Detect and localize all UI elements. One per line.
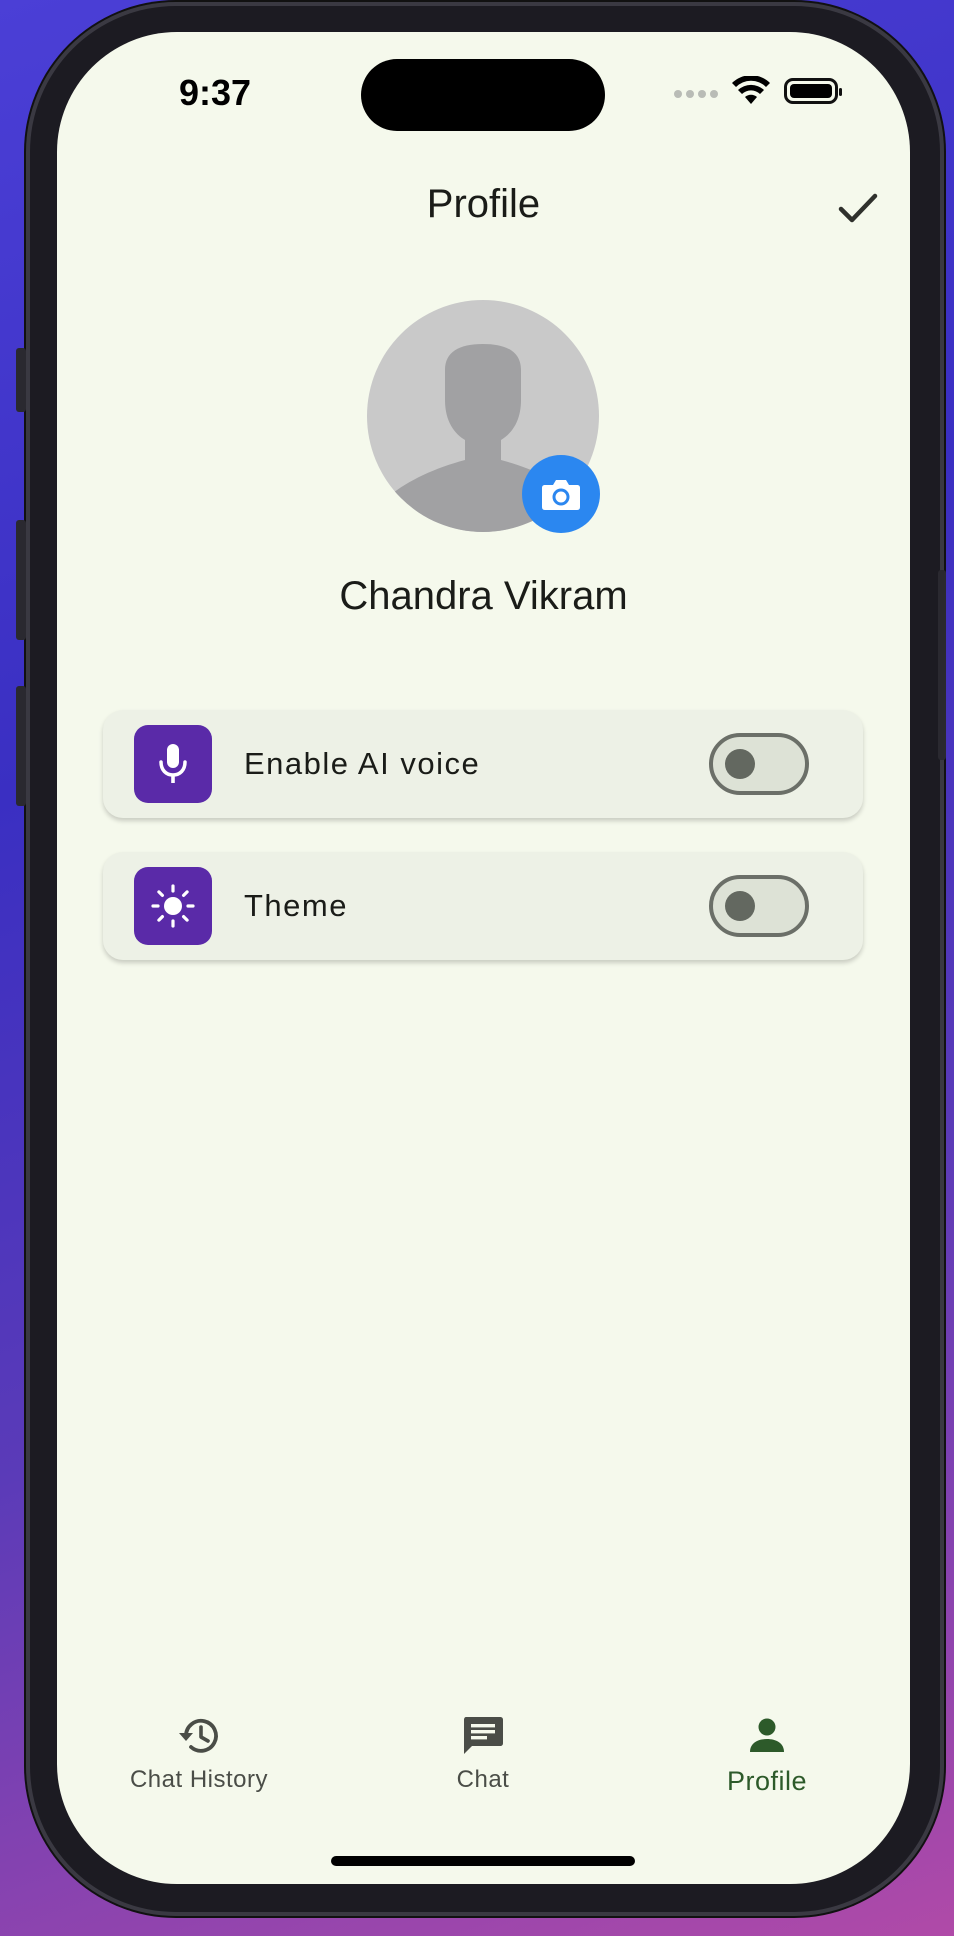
volume-up-button [16, 520, 26, 640]
change-photo-button[interactable] [522, 455, 600, 533]
nav-label: Profile [726, 1766, 808, 1796]
dynamic-island [361, 59, 605, 131]
history-icon [179, 1718, 218, 1753]
chat-icon [464, 1717, 503, 1754]
nav-item-profile[interactable]: Profile [667, 1712, 867, 1797]
person-icon [750, 1718, 784, 1752]
user-name: Chandra Vikram [339, 574, 628, 618]
power-button [938, 570, 946, 760]
nav-item-chat[interactable]: Chat [383, 1712, 583, 1794]
setting-label: Theme [244, 888, 348, 923]
setting-icon-box [134, 725, 212, 803]
bottom-navigation: Chat History Chat Profile [57, 1712, 910, 1822]
toggle-knob [725, 891, 755, 921]
nav-item-chat-history[interactable]: Chat History [99, 1712, 299, 1794]
microphone-icon [159, 744, 187, 783]
setting-row-theme: Theme [103, 852, 863, 960]
app-screen: 9:37 Profile Chandra Vikram Enable AI vo… [57, 32, 910, 1884]
page-title: Profile [426, 182, 541, 226]
save-check-button[interactable] [832, 182, 884, 234]
cellular-signal-icon [674, 90, 718, 98]
check-icon [838, 193, 878, 223]
battery-icon [784, 78, 842, 104]
status-time: 9:37 [179, 72, 252, 113]
home-indicator[interactable] [331, 1856, 635, 1866]
toggle-knob [725, 749, 755, 779]
action-button [16, 348, 26, 412]
theme-toggle[interactable] [709, 875, 809, 937]
ai-voice-toggle[interactable] [709, 733, 809, 795]
nav-label: Chat History [129, 1766, 269, 1793]
wifi-icon [732, 76, 770, 104]
setting-label: Enable AI voice [244, 746, 481, 781]
nav-label: Chat [456, 1766, 510, 1793]
volume-down-button [16, 686, 26, 806]
camera-icon [542, 480, 580, 510]
setting-row-ai-voice: Enable AI voice [103, 710, 863, 818]
status-icons [674, 76, 842, 106]
sun-icon [151, 884, 195, 928]
setting-icon-box [134, 867, 212, 945]
